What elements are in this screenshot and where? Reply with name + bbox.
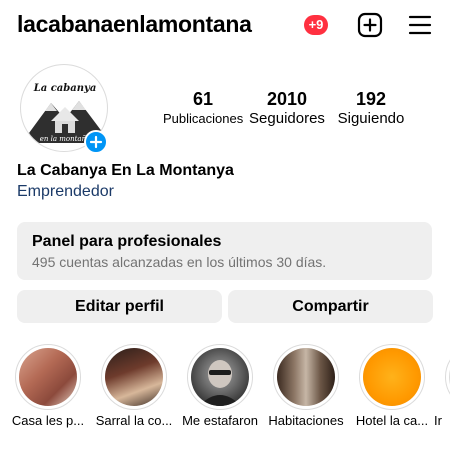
svg-text:en la montaña: en la montaña bbox=[40, 135, 91, 143]
highlight-label: Sarral la co... bbox=[95, 413, 173, 428]
following-count: 192 bbox=[355, 89, 387, 109]
svg-text:La cabanya: La cabanya bbox=[33, 83, 97, 94]
new-post-button[interactable] bbox=[357, 12, 383, 38]
share-profile-button[interactable]: Compartir bbox=[228, 290, 433, 323]
following-stat[interactable]: 192 Siguiendo bbox=[331, 88, 411, 128]
highlight-cover bbox=[277, 348, 335, 406]
plus-square-icon bbox=[357, 12, 383, 38]
profile-full-name: La Cabanya En La Montanya bbox=[17, 162, 234, 179]
profile-username[interactable]: lacabanaenlamontana bbox=[17, 11, 252, 38]
story-highlights: Casa les p... Sarral la co... Me estafar… bbox=[0, 340, 450, 440]
edit-profile-button[interactable]: Editar perfil bbox=[17, 290, 222, 323]
posts-count: 61 bbox=[192, 89, 214, 109]
highlight-ring bbox=[187, 344, 253, 410]
professional-dashboard[interactable]: Panel para profesionales 495 cuentas alc… bbox=[17, 222, 432, 280]
highlight-cover bbox=[191, 348, 249, 406]
followers-stat[interactable]: 2010 Seguidores bbox=[247, 88, 327, 128]
highlight-label: Me estafaron bbox=[182, 413, 258, 428]
following-label: Siguiendo bbox=[337, 110, 405, 127]
person-photo bbox=[199, 360, 241, 406]
highlight-cover bbox=[363, 348, 421, 406]
followers-label: Seguidores bbox=[249, 110, 325, 127]
profile-category: Emprendedor bbox=[17, 183, 114, 200]
notification-badge[interactable]: +9 bbox=[304, 15, 328, 35]
highlight-cover bbox=[105, 348, 163, 406]
highlight-label: Ir bbox=[434, 413, 442, 428]
highlight-label: Hotel la ca... bbox=[355, 413, 429, 428]
menu-button[interactable] bbox=[407, 12, 433, 38]
highlight-ring bbox=[101, 344, 167, 410]
top-bar: lacabanaenlamontana +9 bbox=[0, 0, 450, 50]
highlight-label: Casa les p... bbox=[11, 413, 85, 428]
highlight-cover bbox=[19, 348, 77, 406]
highlight-ring bbox=[273, 344, 339, 410]
add-story-button[interactable] bbox=[84, 130, 108, 154]
posts-stat[interactable]: 61 Publicaciones bbox=[163, 88, 243, 128]
dashboard-subtitle: 495 cuentas alcanzadas en los últimos 30… bbox=[32, 254, 327, 270]
highlight-ring bbox=[15, 344, 81, 410]
highlight-ring bbox=[359, 344, 425, 410]
hamburger-menu-icon bbox=[408, 15, 432, 35]
posts-label: Publicaciones bbox=[163, 111, 244, 126]
plus-icon bbox=[89, 135, 103, 149]
dashboard-title: Panel para profesionales bbox=[32, 233, 222, 250]
followers-count: 2010 bbox=[266, 89, 308, 109]
highlight-label: Habitaciones bbox=[268, 413, 344, 428]
highlight-ring bbox=[445, 344, 450, 410]
